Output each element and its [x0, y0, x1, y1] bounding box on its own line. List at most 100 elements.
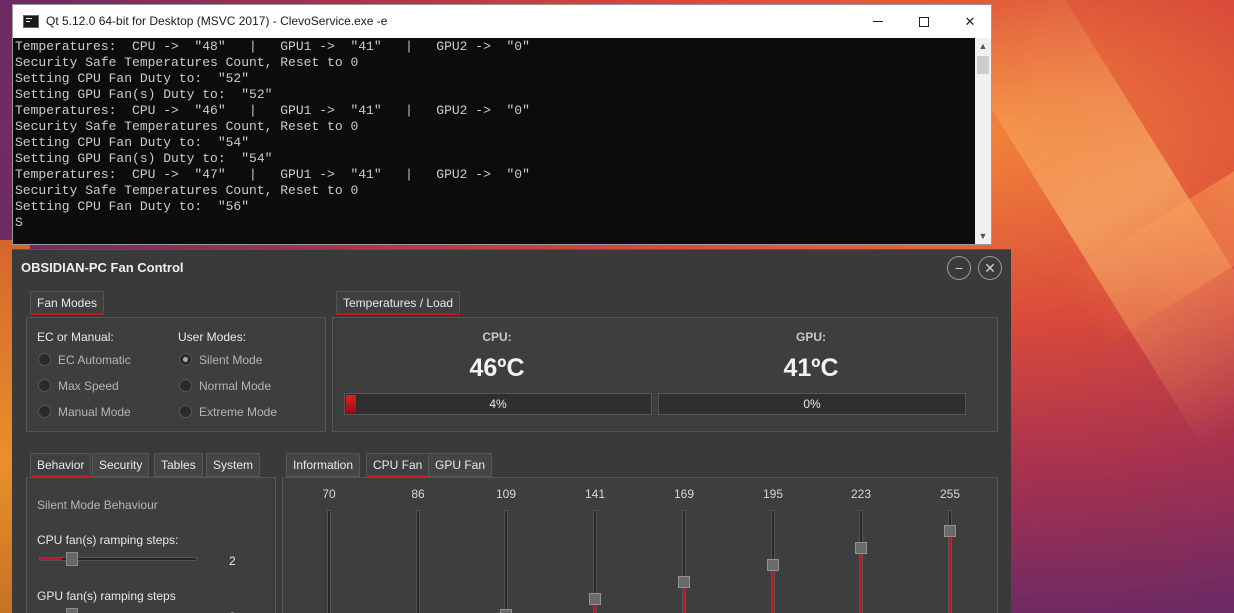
fan-curve-handle[interactable] [855, 542, 867, 554]
radio-max-speed[interactable] [38, 379, 51, 392]
fan-curve-slider[interactable] [944, 510, 956, 613]
gpu-load-bar: 0% [658, 393, 966, 415]
fan-curve-handle[interactable] [589, 593, 601, 605]
radio-label-silent-mode[interactable]: Silent Mode [199, 353, 262, 367]
fan-curve-slider[interactable] [589, 510, 601, 613]
gpu-load-text: 0% [803, 397, 821, 411]
console-line: Setting GPU Fan(s) Duty to: "52" [15, 87, 273, 102]
console-line: Setting CPU Fan Duty to: "54" [15, 135, 250, 150]
fan-curve-handle[interactable] [678, 576, 690, 588]
cpu-load-bar: 4% [344, 393, 652, 415]
cpu-temperature: 46ºC [469, 354, 525, 382]
console-line: Security Safe Temperatures Count, Reset … [15, 55, 359, 70]
fan-curve-handle[interactable] [944, 525, 956, 537]
fan-curve-slider[interactable] [678, 510, 690, 613]
console-window: Qt 5.12.0 64-bit for Desktop (MSVC 2017)… [12, 4, 992, 245]
ec-or-manual-heading: EC or Manual: [37, 330, 114, 344]
tab-fan-modes[interactable]: Fan Modes [30, 291, 105, 315]
maximize-button[interactable] [901, 5, 947, 38]
minus-icon: − [954, 260, 964, 276]
radio-label-manual-mode[interactable]: Manual Mode [58, 405, 131, 419]
temperatures-panel: CPU: GPU: 46ºC 41ºC 4% 0% [332, 317, 998, 432]
fan-control-title: OBSIDIAN-PC Fan Control [21, 260, 184, 275]
fan-curve-handle[interactable] [500, 609, 512, 613]
fan-modes-panel: EC or Manual: User Modes: EC Automatic M… [26, 317, 326, 432]
radio-label-max-speed[interactable]: Max Speed [58, 379, 119, 393]
tab-temperatures-load[interactable]: Temperatures / Load [336, 291, 461, 315]
radio-label-extreme-mode[interactable]: Extreme Mode [199, 405, 277, 419]
tab-behavior[interactable]: Behavior [30, 453, 92, 477]
behaviour-panel: Silent Mode Behaviour CPU fan(s) ramping… [26, 477, 276, 613]
radio-ec-automatic[interactable] [38, 353, 51, 366]
minimize-icon [873, 21, 883, 22]
console-line: Security Safe Temperatures Count, Reset … [15, 183, 359, 198]
cpu-ramping-label: CPU fan(s) ramping steps: [37, 533, 179, 547]
fan-control-window: OBSIDIAN-PC Fan Control − ✕ Fan Modes EC… [12, 249, 1011, 613]
cpu-label: CPU: [482, 330, 512, 344]
gpu-temperature: 41ºC [783, 354, 839, 382]
radio-normal-mode[interactable] [179, 379, 192, 392]
fan-curve-fill [860, 546, 862, 613]
fan-curve-label: 169 [673, 487, 695, 501]
fan-curve-label: 109 [495, 487, 517, 501]
console-line: S [15, 215, 23, 230]
console-titlebar[interactable]: Qt 5.12.0 64-bit for Desktop (MSVC 2017)… [13, 5, 991, 38]
tab-gpu-fan[interactable]: GPU Fan [428, 453, 493, 477]
fan-curve-label: 70 [322, 487, 336, 501]
console-line: Setting GPU Fan(s) Duty to: "54" [15, 151, 273, 166]
fan-curve-label: 255 [939, 487, 961, 501]
gpu-label: GPU: [796, 330, 826, 344]
console-app-icon [23, 15, 39, 28]
minimize-button[interactable]: − [947, 256, 971, 280]
behaviour-heading: Silent Mode Behaviour [37, 498, 158, 512]
maximize-icon [919, 16, 929, 27]
console-scrollbar[interactable]: ▲ ▼ [975, 38, 991, 244]
gpu-ramping-handle[interactable] [66, 608, 78, 613]
fan-curve-label: 86 [411, 487, 425, 501]
console-line: Setting CPU Fan Duty to: "56" [15, 199, 250, 214]
fan-curve-slider[interactable] [855, 510, 867, 613]
tab-tables[interactable]: Tables [154, 453, 203, 477]
close-button[interactable]: ✕ [978, 256, 1002, 280]
radio-manual-mode[interactable] [38, 405, 51, 418]
radio-extreme-mode[interactable] [179, 405, 192, 418]
close-icon: ✕ [984, 259, 996, 276]
cpu-ramping-value: 2 [229, 554, 236, 568]
cpu-ramping-slider[interactable] [39, 552, 197, 566]
scroll-thumb[interactable] [977, 56, 989, 74]
console-line: Temperatures: CPU -> "48" | GPU1 -> "41"… [15, 39, 530, 54]
fan-curve-fill [949, 529, 951, 613]
console-window-title: Qt 5.12.0 64-bit for Desktop (MSVC 2017)… [46, 14, 388, 28]
fan-curve-slider[interactable] [500, 510, 512, 613]
scroll-down-icon[interactable]: ▼ [975, 228, 991, 244]
console-line: Temperatures: CPU -> "46" | GPU1 -> "41"… [15, 103, 530, 118]
console-line: Setting CPU Fan Duty to: "52" [15, 71, 250, 86]
scroll-up-icon[interactable]: ▲ [975, 38, 991, 54]
tab-information[interactable]: Information [286, 453, 361, 477]
fan-curve-handle[interactable] [767, 559, 779, 571]
wallpaper-light-streak [1060, 57, 1234, 348]
close-button[interactable]: ✕ [947, 5, 993, 38]
tab-system[interactable]: System [206, 453, 261, 477]
console-line: Security Safe Temperatures Count, Reset … [15, 119, 359, 134]
radio-label-normal-mode[interactable]: Normal Mode [199, 379, 271, 393]
fan-curve-label: 223 [850, 487, 872, 501]
fan-curve-label: 195 [762, 487, 784, 501]
fan-curve-slider[interactable] [416, 510, 420, 613]
tab-security[interactable]: Security [92, 453, 150, 477]
fan-curve-panel: 70 86 109 141 169 195 223 255 [282, 477, 998, 613]
console-output[interactable]: Temperatures: CPU -> "48" | GPU1 -> "41"… [13, 38, 975, 244]
user-modes-heading: User Modes: [178, 330, 247, 344]
radio-silent-mode[interactable] [179, 353, 192, 366]
fan-curve-slider[interactable] [327, 510, 331, 613]
cpu-ramping-handle[interactable] [66, 552, 78, 566]
minimize-button[interactable] [855, 5, 901, 38]
close-icon: ✕ [964, 13, 976, 29]
cpu-load-text: 4% [489, 397, 507, 411]
tab-cpu-fan[interactable]: CPU Fan [366, 453, 430, 477]
console-line: Temperatures: CPU -> "47" | GPU1 -> "41"… [15, 167, 530, 182]
fan-curve-slider[interactable] [767, 510, 779, 613]
radio-label-ec-automatic[interactable]: EC Automatic [58, 353, 131, 367]
fan-curve-label: 141 [584, 487, 606, 501]
cpu-ramping-fill [40, 558, 62, 560]
